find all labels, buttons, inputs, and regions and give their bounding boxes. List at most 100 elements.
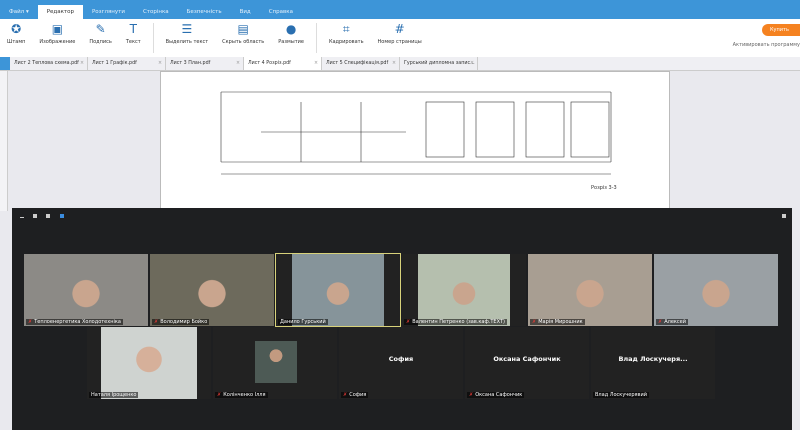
participant-name: Оксана Сафончик [475, 392, 523, 398]
participant-name: Алексей [664, 319, 686, 325]
home-tab[interactable] [0, 57, 10, 70]
fullscreen-icon[interactable] [782, 214, 786, 218]
participant-tile[interactable]: ✗ Марія Мирошник [528, 254, 652, 326]
participant-tile[interactable]: ✗ Володимир Бойко [150, 254, 274, 326]
gallery-view-icon[interactable] [60, 214, 64, 218]
participant-name: Данило Гурський [280, 319, 326, 325]
participant-name: Валентин Петренко (зав.каф.ТЕХТ) [412, 319, 505, 325]
divider [315, 23, 317, 53]
tool-button[interactable]: ☰ Выделить текст [159, 19, 215, 57]
menu-item[interactable]: Безпечність [178, 5, 231, 19]
participant-tile[interactable]: ✗ Алексей [654, 254, 778, 326]
video-feed [418, 254, 510, 326]
participant-tile[interactable]: Влад Лоскучеря... Влад Лоскучерявий [591, 327, 715, 399]
signature-icon: ✎ [95, 22, 106, 36]
participant-tile[interactable]: Оксана Сафончик ✗ Оксана Сафончик [465, 327, 589, 399]
participant-tile[interactable]: Данило Гурський [275, 253, 401, 327]
document-tab[interactable]: Лист 3 План.pdf × [166, 57, 244, 70]
activate-link[interactable]: Активировать программу [733, 42, 800, 48]
participant-tile[interactable]: ✗ Теплоенергетика Холодотехніка [24, 254, 148, 326]
tab-label: Гурський дипломна запис... [404, 61, 475, 66]
participant-name: Колінченко Ілля [223, 392, 266, 398]
participant-display-name: Влад Лоскучеря... [618, 355, 688, 363]
technical-drawing: Розріз 3-3 [220, 91, 617, 191]
document-tab[interactable]: Лист 2 Теплова схема.pdf × [10, 57, 88, 70]
tool-button[interactable]: # Номер страницы [371, 19, 429, 57]
tab-label: Лист 5 Специфікація.pdf [326, 61, 389, 66]
page-number-icon: # [394, 22, 405, 36]
video-feed [24, 254, 148, 326]
blur-icon: ● [285, 22, 297, 36]
minimize-icon[interactable] [20, 217, 24, 218]
muted-mic-icon: ✗ [28, 319, 33, 325]
video-feed [101, 327, 197, 399]
tool-button[interactable]: ✎ Подпись [82, 19, 119, 57]
tool-label: Изображение [39, 39, 76, 45]
tool-label: Скрыть область [222, 39, 265, 45]
menu-item[interactable]: Редактор [37, 5, 83, 19]
document-tab[interactable]: Гурський дипломна запис... × [400, 57, 478, 70]
close-icon[interactable]: × [80, 57, 84, 70]
close-icon[interactable]: × [158, 57, 162, 70]
toolbar: ✪ Штамп ▣ Изображение ✎ Подпись T Текст ☰ Выделит… [0, 19, 800, 57]
muted-mic-icon: ✗ [469, 392, 474, 398]
muted-mic-icon: ✗ [343, 392, 348, 398]
divider [152, 23, 154, 53]
participant-tile[interactable]: ✗ Колінченко Ілля [213, 327, 337, 399]
document-tabs: Лист 2 Теплова схема.pdf × Лист 1 Графік.p… [0, 57, 800, 71]
tool-label: Кадрировать [328, 39, 364, 45]
participant-tile[interactable]: ✗ Валентин Петренко (зав.каф.ТЕХТ) [402, 254, 526, 326]
left-sidebar [0, 71, 8, 211]
tool-button[interactable]: ✪ Штамп [0, 19, 32, 57]
participant-name: Влад Лоскучерявий [595, 392, 647, 398]
menu-item[interactable]: Сторінка [134, 5, 178, 19]
tool-button[interactable]: ▤ Скрыть область [215, 19, 271, 57]
video-feed [255, 341, 297, 383]
participant-tile[interactable]: София ✗ София [339, 327, 463, 399]
tool-button[interactable]: T Текст [119, 19, 148, 57]
muted-mic-icon: ✗ [217, 392, 222, 398]
speaker-view-icon[interactable] [33, 214, 37, 218]
close-icon[interactable]: × [314, 57, 318, 70]
buy-button[interactable]: Купить [762, 24, 800, 36]
participant-name: Наталя Ірощенко [91, 392, 137, 398]
tab-label: Лист 2 Теплова схема.pdf [14, 61, 79, 66]
tool-button[interactable]: ▣ Изображение [32, 19, 82, 57]
tool-label: Выделить текст [165, 39, 209, 45]
document-tab[interactable]: Лист 4 Розріз.pdf × [244, 57, 322, 70]
tool-label: Текст [125, 39, 141, 45]
section-label: Розріз 3-3 [591, 185, 617, 191]
participant-tile[interactable]: Наталя Ірощенко [87, 327, 211, 399]
document-tab[interactable]: Лист 5 Специфікація.pdf × [322, 57, 400, 70]
muted-mic-icon: ✗ [406, 319, 411, 325]
close-icon[interactable]: × [470, 57, 474, 70]
redact-icon: ▤ [237, 22, 249, 36]
participant-name: Марія Мирошник [538, 319, 583, 325]
image-icon: ▣ [51, 22, 64, 36]
menu-item[interactable]: Справка [260, 5, 302, 19]
video-feed [654, 254, 778, 326]
menu-item[interactable]: Розглянути [83, 5, 134, 19]
document-tab[interactable]: Лист 1 Графік.pdf × [88, 57, 166, 70]
crop-icon: ⌗ [342, 22, 350, 36]
activate-label: Активировать программу [732, 42, 800, 48]
highlight-icon: ☰ [181, 22, 193, 36]
tab-label: Лист 3 План.pdf [170, 61, 211, 66]
tool-button[interactable]: ⌗ Кадрировать [322, 19, 371, 57]
tool-label: Номер страницы [377, 39, 422, 45]
participant-name: Володимир Бойко [160, 319, 208, 325]
text-icon: T [129, 22, 137, 36]
strip-view-icon[interactable] [46, 214, 50, 218]
participant-display-name: София [388, 355, 414, 363]
participant-display-name: Оксана Сафончик [493, 355, 561, 363]
participant-name: Теплоенергетика Холодотехніка [34, 319, 121, 325]
menu-item[interactable]: Вид [231, 5, 260, 19]
video-feed [292, 254, 384, 326]
close-icon[interactable]: × [236, 57, 240, 70]
muted-mic-icon: ✗ [658, 319, 663, 325]
close-icon[interactable]: × [392, 57, 396, 70]
video-feed [528, 254, 652, 326]
menu-item[interactable]: Файл ▾ [0, 5, 38, 19]
tool-label: Штамп [7, 39, 26, 45]
tool-button[interactable]: ● Размытие [271, 19, 311, 57]
